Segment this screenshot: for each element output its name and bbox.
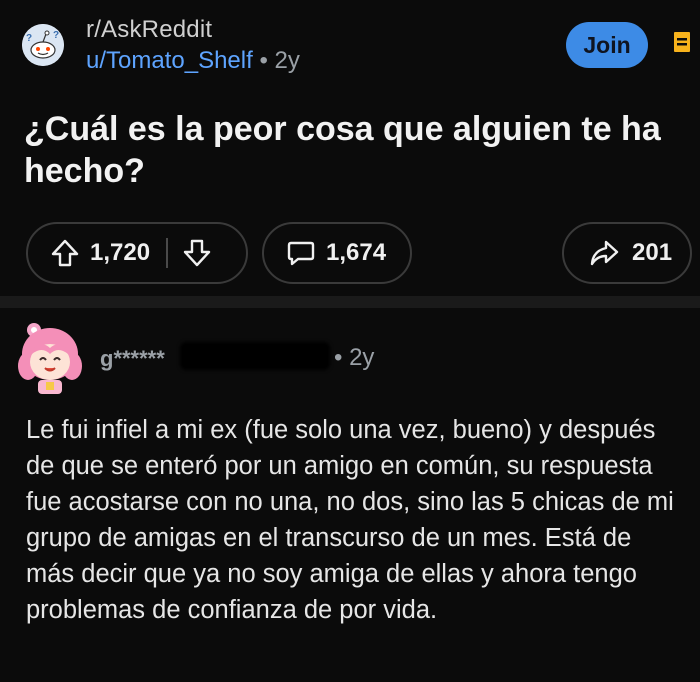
svg-text:?: ? (26, 33, 32, 44)
comment-separator: • (334, 344, 350, 371)
comments-button[interactable]: 1,674 (262, 222, 412, 284)
pink-hair-avatar-icon[interactable] (12, 318, 88, 398)
join-button-label: Join (583, 31, 631, 58)
comment-card: g****** • 2y Le fui infiel a mi ex (fue … (0, 308, 700, 682)
meta-separator: • (252, 47, 275, 74)
vote-divider (166, 238, 169, 268)
svg-text:?: ? (53, 30, 59, 41)
reddit-alien-icon[interactable]: ? ? (22, 24, 64, 66)
comment-count: 1,674 (326, 239, 387, 266)
downvote-arrow-icon[interactable] (182, 238, 212, 268)
comment-body[interactable]: Le fui infiel a mi ex (fue solo una vez,… (26, 412, 686, 628)
post-author[interactable]: u/Tomato_Shelf (86, 47, 253, 74)
vote-score: 1,720 (90, 239, 151, 266)
comment-author[interactable]: g****** (100, 346, 165, 372)
comment-bubble-icon (286, 238, 316, 268)
share-button[interactable]: 201 (562, 222, 692, 284)
share-arrow-icon (588, 238, 620, 268)
bookmark-icon[interactable] (672, 30, 692, 56)
section-divider (0, 296, 700, 308)
post-card: ? ? r/AskReddit u/Tomato_Shelf • 2y Join… (0, 0, 700, 296)
join-button[interactable]: Join (566, 22, 648, 68)
comment-age: 2y (349, 344, 375, 371)
upvote-arrow-icon[interactable] (50, 238, 80, 268)
post-age: 2y (274, 47, 300, 74)
comment-meta: • 2y (334, 344, 374, 372)
redaction-mark (180, 342, 330, 370)
post-author-line: u/Tomato_Shelf • 2y (86, 47, 300, 75)
share-count: 201 (632, 239, 673, 266)
vote-control: 1,720 (26, 222, 248, 284)
post-title[interactable]: ¿Cuál es la peor cosa que alguien te ha … (24, 108, 674, 192)
subreddit-name[interactable]: r/AskReddit (86, 16, 212, 44)
